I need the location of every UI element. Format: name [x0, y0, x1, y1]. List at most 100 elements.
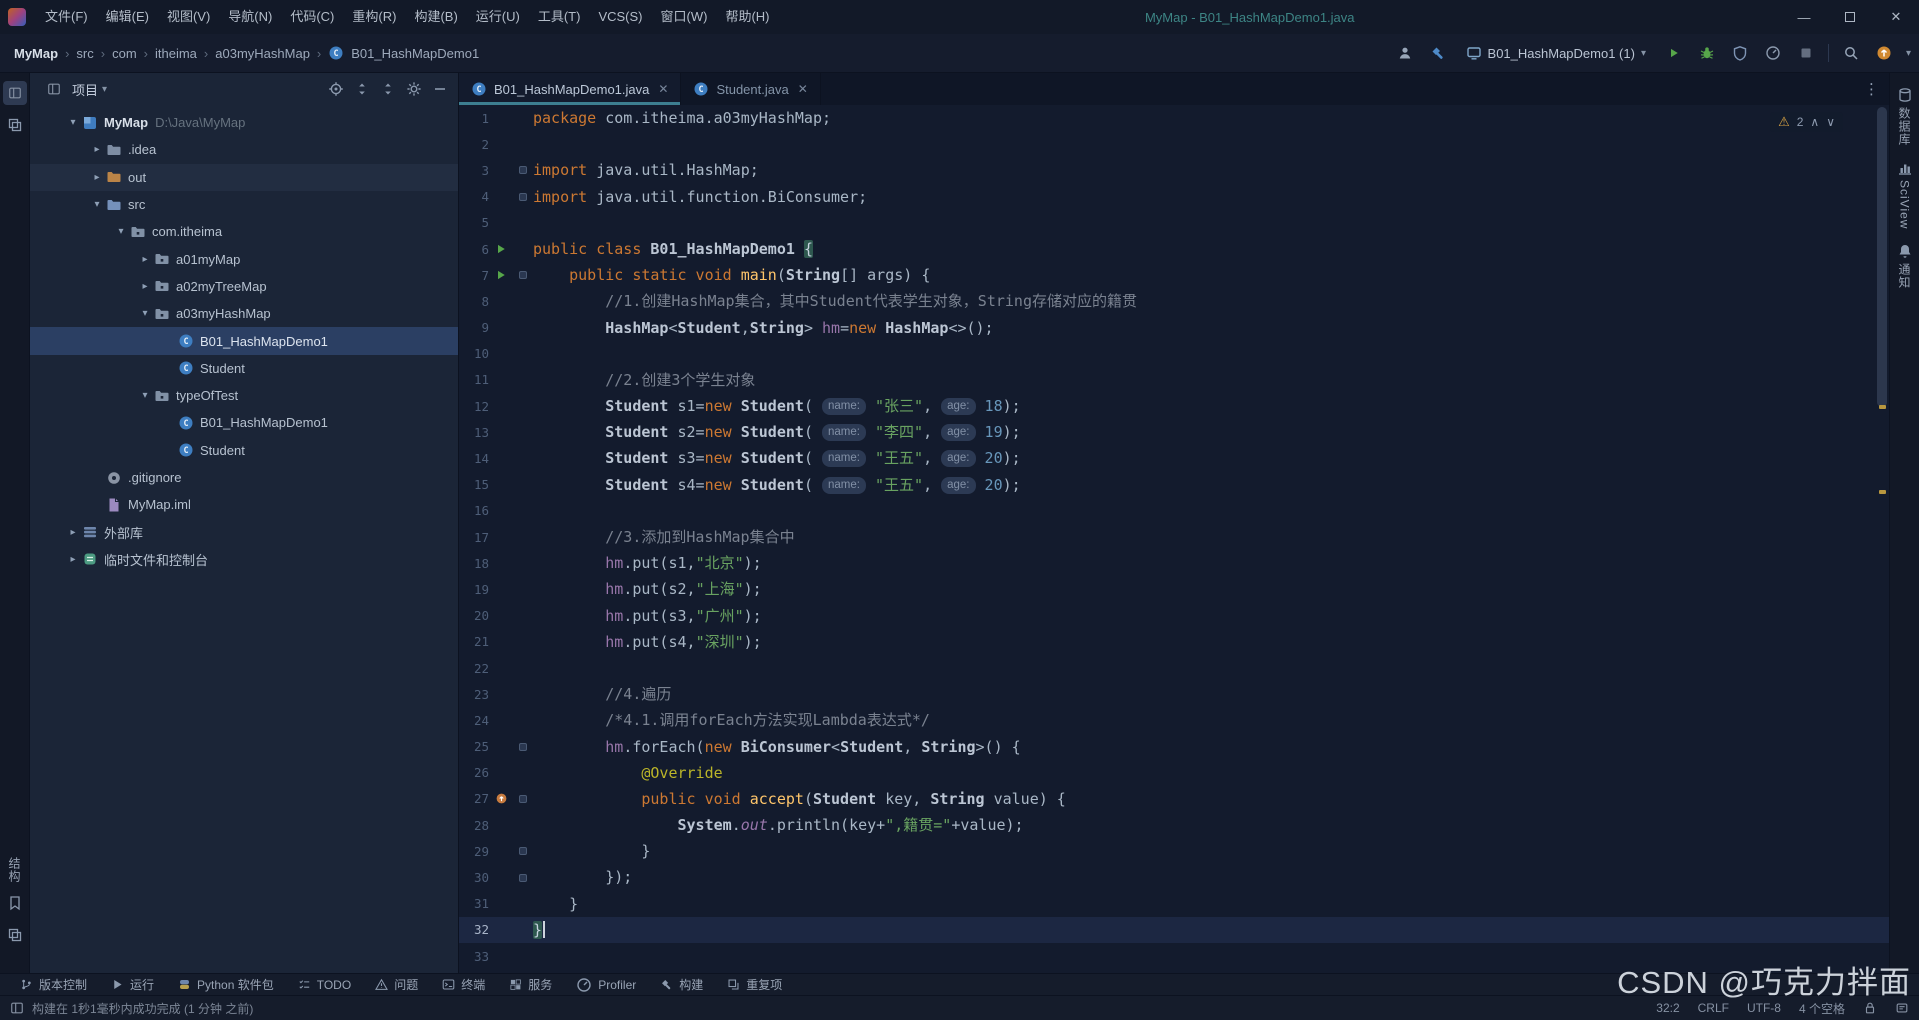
fold-marker-icon[interactable]	[519, 742, 527, 751]
toolwindow-button-服务[interactable]: 服务	[499, 974, 562, 995]
code-line-32[interactable]: 32}	[459, 916, 1889, 943]
editor-tab-Student.java[interactable]: C Student.java ✕	[681, 73, 821, 105]
fold-marker-icon[interactable]	[519, 271, 527, 280]
toolwindow-button-构建[interactable]: 构建	[650, 974, 713, 995]
tree-item-Student[interactable]: C Student	[30, 437, 458, 464]
structure-stripe-button[interactable]: 结构	[6, 857, 23, 883]
tree-item-MyMap[interactable]: ▾ MyMap D:\Java\MyMap	[30, 109, 458, 136]
code-line-4[interactable]: 4 import java.util.function.BiConsumer;	[459, 184, 1889, 210]
fold-marker-icon[interactable]	[519, 873, 527, 882]
coverage-button[interactable]	[1729, 42, 1751, 64]
inspection-widget[interactable]: ⚠ 2 ∧ ∨	[1770, 112, 1843, 132]
stripe-button-通知[interactable]: 通知	[1896, 243, 1913, 289]
code-line-11[interactable]: 11 //2.创建3个学生对象	[459, 367, 1889, 393]
menu-构建[interactable]: 构建(B)	[405, 0, 466, 34]
file-encoding[interactable]: UTF-8	[1747, 1001, 1781, 1015]
locate-file-button[interactable]	[324, 77, 348, 101]
tree-item-B01_HashMapDemo1[interactable]: C B01_HashMapDemo1	[30, 409, 458, 436]
breadcrumb-item-a03myHashMap[interactable]: a03myHashMap	[215, 46, 310, 61]
breadcrumb-item-itheima[interactable]: itheima	[155, 46, 197, 61]
editor-scrollbar[interactable]	[1877, 107, 1887, 407]
tree-item-临时文件和控制台[interactable]: ▸ 临时文件和控制台	[30, 546, 458, 573]
code-line-23[interactable]: 23 //4.遍历	[459, 681, 1889, 707]
ide-update-icon[interactable]	[1873, 42, 1895, 64]
tree-item-a03myHashMap[interactable]: ▾ a03myHashMap	[30, 300, 458, 327]
warning-stripe-mark[interactable]	[1879, 490, 1886, 494]
code-line-5[interactable]: 5	[459, 210, 1889, 236]
code-line-12[interactable]: 12 Student s1=new Student( name: "张三", a…	[459, 393, 1889, 419]
tree-chevron-icon[interactable]: ▾	[88, 199, 106, 210]
tree-item-MyMap.iml[interactable]: MyMap.iml	[30, 491, 458, 518]
breadcrumb-item-B01_HashMapDemo1[interactable]: B01_HashMapDemo1	[351, 46, 479, 61]
build-project-icon[interactable]	[1427, 42, 1449, 64]
code-line-28[interactable]: 28 System.out.println(key+",籍贯="+value);	[459, 812, 1889, 838]
tree-item-外部库[interactable]: ▸ 外部库	[30, 518, 458, 545]
tree-item-src[interactable]: ▾ src	[30, 191, 458, 218]
toolwindow-button-问题[interactable]: 问题	[365, 974, 428, 995]
tree-item-typeOfTest[interactable]: ▾ typeOfTest	[30, 382, 458, 409]
editor-tab-B01_HashMapDemo1.java[interactable]: C B01_HashMapDemo1.java ✕	[459, 73, 682, 105]
menu-视图[interactable]: 视图(V)	[158, 0, 219, 34]
code-line-25[interactable]: 25 hm.forEach(new BiConsumer<Student, St…	[459, 734, 1889, 760]
tree-chevron-icon[interactable]: ▸	[64, 554, 82, 565]
project-stripe-button[interactable]	[2, 81, 27, 105]
menu-文件[interactable]: 文件(F)	[36, 0, 97, 34]
tree-item-.gitignore[interactable]: .gitignore	[30, 464, 458, 491]
bookmarks-stripe-button[interactable]	[3, 891, 27, 915]
tree-item-com.itheima[interactable]: ▾ com.itheima	[30, 218, 458, 245]
project-panel-title[interactable]: 项目	[72, 80, 98, 99]
fold-marker-icon[interactable]	[519, 847, 527, 856]
toolwindow-stripe-button[interactable]	[3, 113, 27, 137]
fold-marker-icon[interactable]	[519, 192, 527, 201]
code-line-19[interactable]: 19 hm.put(s2,"上海");	[459, 576, 1889, 602]
toolwindow-quick-access-icon[interactable]	[10, 1001, 24, 1015]
code-line-21[interactable]: 21 hm.put(s4,"深圳");	[459, 629, 1889, 655]
run-button[interactable]	[1663, 42, 1685, 64]
tree-item-out[interactable]: ▸ out	[30, 163, 458, 191]
code-line-2[interactable]: 2	[459, 131, 1889, 157]
tree-item-.idea[interactable]: ▸ .idea	[30, 136, 458, 163]
code-line-26[interactable]: 26 @Override	[459, 760, 1889, 786]
code-line-13[interactable]: 13 Student s2=new Student( name: "李四", a…	[459, 419, 1889, 445]
code-line-30[interactable]: 30 });	[459, 864, 1889, 890]
code-line-22[interactable]: 22	[459, 655, 1889, 681]
tab-close-icon[interactable]: ✕	[798, 82, 808, 96]
tree-chevron-icon[interactable]: ▸	[88, 172, 106, 183]
menu-编辑[interactable]: 编辑(E)	[97, 0, 158, 34]
warning-stripe-mark[interactable]	[1879, 405, 1886, 409]
toolwindow-button-终端[interactable]: 终端	[432, 974, 495, 995]
toolbar-chevron-icon[interactable]: ▾	[1906, 48, 1911, 59]
close-button[interactable]: ✕	[1873, 0, 1919, 34]
codewithme-users-icon[interactable]	[1394, 42, 1416, 64]
toolwindow-button-重复项[interactable]: 重复项	[717, 974, 792, 995]
panel-settings-button[interactable]	[402, 77, 426, 101]
stripe-extra-button[interactable]	[3, 923, 27, 947]
notifications-icon[interactable]	[1895, 1001, 1909, 1015]
menu-窗口[interactable]: 窗口(W)	[652, 0, 717, 34]
tab-options-icon[interactable]: ⋮	[1854, 73, 1889, 105]
project-title-chevron-icon[interactable]: ▾	[102, 84, 107, 95]
code-line-17[interactable]: 17 //3.添加到HashMap集合中	[459, 524, 1889, 550]
code-line-29[interactable]: 29 }	[459, 838, 1889, 864]
tree-chevron-icon[interactable]: ▾	[136, 308, 154, 319]
line-ending[interactable]: CRLF	[1698, 1001, 1729, 1015]
debug-button[interactable]	[1696, 42, 1718, 64]
menu-工具[interactable]: 工具(T)	[529, 0, 590, 34]
app-logo-icon[interactable]	[8, 8, 26, 26]
fold-marker-icon[interactable]	[519, 166, 527, 175]
code-line-8[interactable]: 8 //1.创建HashMap集合，其中Student代表学生对象，String…	[459, 288, 1889, 314]
next-problem-icon[interactable]: ∨	[1826, 115, 1835, 129]
code-line-31[interactable]: 31 }	[459, 891, 1889, 917]
code-line-20[interactable]: 20 hm.put(s3,"广州");	[459, 603, 1889, 629]
override-gutter-icon[interactable]	[489, 792, 513, 805]
search-everywhere-button[interactable]	[1840, 42, 1862, 64]
tree-item-a01myMap[interactable]: ▸ a01myMap	[30, 245, 458, 272]
stripe-button-SciView[interactable]: SciView	[1897, 160, 1913, 229]
toolwindow-button-运行[interactable]: 运行	[101, 974, 164, 995]
readonly-lock-icon[interactable]	[1863, 1001, 1877, 1015]
tree-chevron-icon[interactable]: ▸	[64, 527, 82, 538]
hide-panel-button[interactable]	[428, 77, 452, 101]
code-line-24[interactable]: 24 /*4.1.调用forEach方法实现Lambda表达式*/	[459, 707, 1889, 733]
code-line-6[interactable]: 6 public class B01_HashMapDemo1 {	[459, 236, 1889, 262]
tree-chevron-icon[interactable]: ▾	[112, 226, 130, 237]
